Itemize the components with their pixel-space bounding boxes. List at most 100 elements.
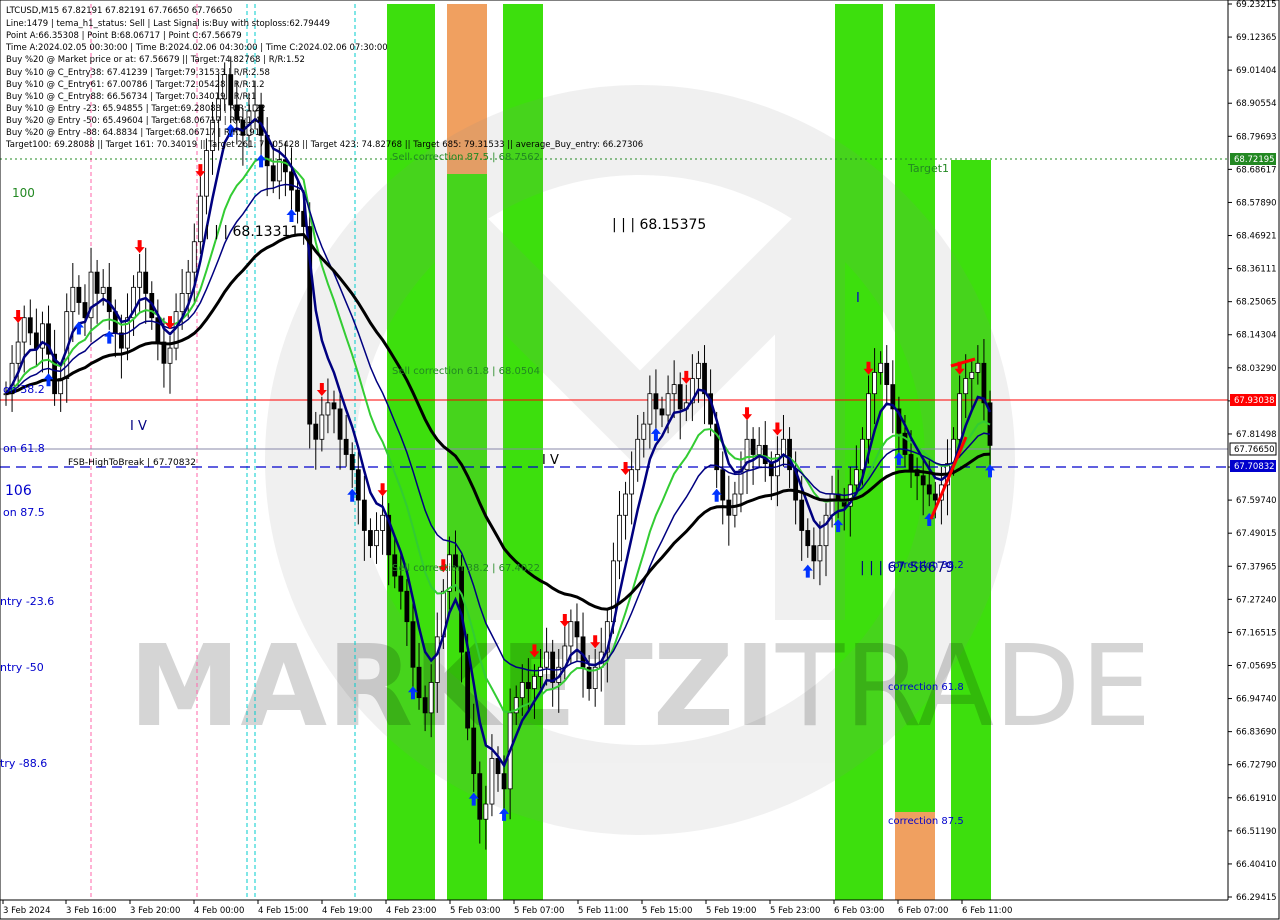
y-tick-label: 66.94740: [1236, 695, 1277, 705]
level-68153-label: | | | 68.15375: [612, 217, 706, 233]
candle-body: [519, 682, 525, 699]
candle-body: [94, 271, 100, 294]
candle-body: [926, 484, 932, 495]
x-tick-label: 6 Feb 03:00: [834, 906, 884, 916]
candle-body: [410, 621, 416, 668]
candle-body: [21, 317, 27, 343]
y-tick-label: 68.36111: [1236, 265, 1277, 275]
candle-body: [380, 514, 385, 531]
x-axis-ticks: 3 Feb 2024 3 Feb 16:00 3 Feb 20:00 4 Feb 00…: [2, 900, 1012, 916]
y-tick-label: 68.03290: [1236, 364, 1277, 374]
candle-body: [349, 454, 355, 471]
x-tick-label: 6 Feb 07:00: [898, 906, 948, 916]
candle-body: [471, 727, 477, 775]
red-price-tag: 67.93038: [1234, 396, 1275, 406]
info-line: Buy %10 @ C_Entry88: 66.56734 | Target:7…: [6, 92, 256, 102]
candle-body: [829, 493, 835, 516]
y-tick-label: 67.59740: [1236, 496, 1277, 506]
candle-body: [270, 165, 276, 182]
candle-body: [343, 438, 349, 455]
candle-body: [100, 286, 106, 294]
candle-body: [465, 651, 471, 729]
candle-body: [295, 189, 300, 212]
left-label-m50: ntry -50: [0, 661, 44, 674]
candle-body: [185, 271, 191, 294]
candle-body: [204, 150, 209, 197]
y-tick-label: 68.46921: [1236, 232, 1277, 242]
x-tick-label: 5 Feb 23:00: [770, 906, 820, 916]
x-tick-label: 5 Feb 19:00: [706, 906, 756, 916]
y-tick-label: 67.37965: [1236, 562, 1277, 572]
info-line: Time A:2024.02.05 00:30:00 | Time B:2024…: [5, 43, 388, 53]
candle-body: [276, 159, 282, 182]
candle-body: [714, 423, 720, 471]
x-tick-label: 6 Feb 11:00: [962, 906, 1012, 916]
x-tick-label: 4 Feb 00:00: [194, 906, 244, 916]
candle-body: [538, 666, 543, 677]
candle-body: [975, 362, 981, 373]
candle-body: [501, 773, 507, 790]
x-tick-label: 5 Feb 11:00: [578, 906, 628, 916]
candle-body: [957, 393, 963, 440]
candle-body: [647, 393, 653, 425]
candle-body: [969, 372, 975, 379]
x-tick-label: 3 Feb 20:00: [130, 906, 180, 916]
candle-body: [768, 463, 774, 477]
y-tick-label: 66.72790: [1236, 761, 1277, 771]
candle-body: [197, 195, 203, 243]
correction-618-label: correction 61.8: [888, 682, 964, 693]
candle-body: [137, 271, 143, 288]
left-label-m236: ntry -23.6: [0, 595, 54, 608]
y-tick-label: 68.57890: [1236, 198, 1277, 208]
candle-body: [325, 402, 331, 416]
candle-body: [756, 444, 762, 455]
left-label-100: 100: [12, 186, 35, 200]
y-tick-label: 67.05695: [1236, 661, 1277, 671]
y-tick-label: 66.83690: [1236, 728, 1277, 738]
candle-body: [860, 438, 865, 471]
left-label-m886: try -88.6: [0, 757, 47, 770]
candle-body: [525, 682, 531, 689]
target1-label: Target1: [907, 162, 949, 175]
y-tick-label: 68.14304: [1236, 331, 1277, 341]
sell-correction-382-label: Sell correction 38.2 | 67.4022: [392, 563, 540, 574]
info-line: Buy %10 @ Entry -23: 65.94855 | Target:6…: [6, 104, 266, 114]
candle-body: [805, 530, 811, 547]
x-tick-label: 5 Feb 15:00: [642, 906, 692, 916]
candle-body: [191, 241, 197, 273]
x-tick-label: 4 Feb 19:00: [322, 906, 372, 916]
candle-body: [495, 758, 501, 775]
y-tick-label: 68.90554: [1236, 99, 1277, 109]
price-chart[interactable]: MARKETZITRADE LTCUSD,M15 67.82191 67.821…: [0, 0, 1280, 920]
left-label-618: on 61.8: [3, 442, 45, 455]
candle-body: [641, 423, 647, 440]
info-line: Line:1479 | tema_h1_status: Sell | Last …: [6, 19, 330, 29]
info-line: Buy %10 @ C_Entry61: 67.00786 | Target:7…: [6, 80, 265, 90]
wave-iv-label-2: I V: [542, 453, 559, 468]
candle-body: [143, 271, 149, 294]
candle-body: [550, 651, 556, 683]
blue-price-tag: 67.70832: [1234, 462, 1275, 472]
candle-body: [568, 621, 574, 647]
info-line: Buy %20 @ Entry -50: 65.49604 | Target:6…: [6, 116, 260, 126]
left-label-382: on 38.2: [3, 383, 45, 396]
fsb-label: FSB-HighToBreak | 67.70832: [68, 458, 196, 468]
candle-body: [398, 575, 404, 592]
candle-body: [720, 469, 726, 501]
candle-body: [179, 293, 185, 313]
candle-body: [416, 666, 422, 699]
candle-body: [532, 675, 537, 689]
info-line: Point A:66.35308 | Point B:68.06717 | Po…: [6, 31, 242, 41]
candle-body: [434, 636, 440, 683]
candle-body: [76, 286, 82, 303]
candle-body: [361, 499, 367, 531]
candle-body: [70, 286, 76, 313]
left-label-106: 106: [5, 483, 32, 499]
candle-body: [823, 514, 829, 547]
candle-body: [878, 362, 884, 373]
x-tick-label: 3 Feb 16:00: [66, 906, 116, 916]
candle-body: [981, 362, 987, 404]
info-line: Target100: 69.28088 || Target 161: 70.34…: [5, 140, 643, 150]
candle-body: [665, 393, 671, 416]
candle-body: [483, 803, 489, 820]
